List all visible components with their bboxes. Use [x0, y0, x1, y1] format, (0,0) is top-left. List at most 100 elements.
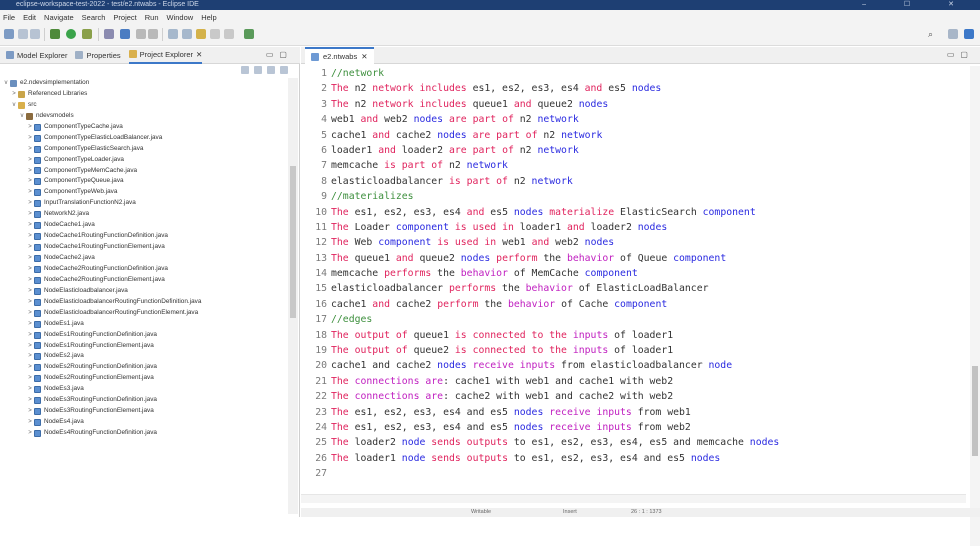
- back-icon[interactable]: [210, 29, 220, 39]
- chevron-right-icon[interactable]: >: [10, 89, 18, 100]
- next-annotation-icon[interactable]: [168, 29, 178, 39]
- tab-project-explorer[interactable]: Project Explorer ✕: [128, 47, 203, 64]
- chevron-right-icon[interactable]: >: [26, 166, 34, 177]
- tree-scrollbar[interactable]: [288, 78, 298, 514]
- code-line[interactable]: 23 The es1, es2, es3, es4 and es5 nodes r…: [301, 405, 966, 420]
- tree-item[interactable]: > NetworkN2.java: [0, 209, 288, 220]
- perspective-icon[interactable]: [948, 29, 958, 39]
- panel-minimize-maximize-icons[interactable]: ▭▢: [266, 50, 293, 59]
- editor-horizontal-scrollbar[interactable]: [301, 494, 966, 503]
- chevron-right-icon[interactable]: >: [26, 428, 34, 439]
- forward-icon[interactable]: [224, 29, 234, 39]
- code-line[interactable]: 14 memcache performs the behavior of MemC…: [301, 266, 966, 281]
- chevron-right-icon[interactable]: >: [26, 406, 34, 417]
- chevron-right-icon[interactable]: >: [26, 286, 34, 297]
- tree-item[interactable]: v e2.ndevsimplementation: [0, 78, 288, 89]
- scrollbar-thumb[interactable]: [972, 366, 978, 456]
- search-icon[interactable]: [120, 29, 130, 39]
- chevron-right-icon[interactable]: >: [26, 319, 34, 330]
- tree-item[interactable]: > ComponentTypeMemCache.java: [0, 166, 288, 177]
- code-line[interactable]: 4 web1 and web2 nodes are part of n2 netw…: [301, 112, 966, 127]
- code-line[interactable]: 20 cache1 and cache2 nodes receive inputs…: [301, 358, 966, 373]
- tree-item[interactable]: > ComponentTypeElasticSearch.java: [0, 144, 288, 155]
- tree-item[interactable]: > NodeEs1RoutingFunctionElement.java: [0, 341, 288, 352]
- chevron-down-icon[interactable]: v: [10, 100, 18, 111]
- tree-item[interactable]: > ComponentTypeQueue.java: [0, 176, 288, 187]
- chevron-right-icon[interactable]: >: [26, 362, 34, 373]
- chevron-right-icon[interactable]: >: [26, 275, 34, 286]
- tree-item[interactable]: > NodeCache2.java: [0, 253, 288, 264]
- tree-item[interactable]: > NodeEs3RoutingFunctionElement.java: [0, 406, 288, 417]
- tab-properties[interactable]: Properties: [75, 47, 121, 64]
- tree-item[interactable]: > NodeElasticloadbalancerRoutingFunctionE…: [0, 308, 288, 319]
- menu-edit[interactable]: Edit: [23, 13, 36, 22]
- tree-item[interactable]: > NodeEs2RoutingFunctionElement.java: [0, 373, 288, 384]
- code-line[interactable]: 10 The es1, es2, es3, es4 and es5 nodes m…: [301, 205, 966, 220]
- tree-item[interactable]: > NodeCache1RoutingFunctionDefinition.jav…: [0, 231, 288, 242]
- chevron-right-icon[interactable]: >: [26, 155, 34, 166]
- chevron-right-icon[interactable]: >: [26, 187, 34, 198]
- chevron-right-icon[interactable]: >: [26, 341, 34, 352]
- code-line[interactable]: 18 The output of queue1 is connected to t…: [301, 328, 966, 343]
- run-icon[interactable]: [66, 29, 76, 39]
- code-line[interactable]: 24 The es1, es2, es3, es4 and es5 nodes r…: [301, 420, 966, 435]
- tree-item[interactable]: > NodeEs1.java: [0, 319, 288, 330]
- active-perspective-icon[interactable]: [964, 29, 974, 39]
- collapse-all-icon[interactable]: [241, 66, 249, 74]
- tree-item[interactable]: > NodeEs1RoutingFunctionDefinition.java: [0, 330, 288, 341]
- chevron-right-icon[interactable]: >: [26, 209, 34, 220]
- chevron-right-icon[interactable]: >: [26, 176, 34, 187]
- code-line[interactable]: 8 elasticloadbalancer is part of n2 netwo…: [301, 174, 966, 189]
- chevron-right-icon[interactable]: >: [26, 242, 34, 253]
- toggle-mark-icon[interactable]: [148, 29, 158, 39]
- chevron-right-icon[interactable]: >: [26, 198, 34, 209]
- link-with-editor-icon[interactable]: [254, 66, 262, 74]
- menu-project[interactable]: Project: [113, 13, 136, 22]
- chevron-right-icon[interactable]: >: [26, 297, 34, 308]
- code-line[interactable]: 3 The n2 network includes queue1 and queu…: [301, 97, 966, 112]
- editor-minimize-maximize-icons[interactable]: ▭▢: [947, 50, 974, 59]
- tree-item[interactable]: > NodeCache2RoutingFunctionElement.java: [0, 275, 288, 286]
- chevron-right-icon[interactable]: >: [26, 395, 34, 406]
- debug-icon[interactable]: [50, 29, 60, 39]
- tree-item[interactable]: > NodeEs4.java: [0, 417, 288, 428]
- tree-item[interactable]: > ComponentTypeWeb.java: [0, 187, 288, 198]
- chevron-right-icon[interactable]: >: [26, 264, 34, 275]
- chevron-down-icon[interactable]: v: [2, 78, 10, 89]
- tree-item[interactable]: > NodeCache1.java: [0, 220, 288, 231]
- tree-item[interactable]: > ComponentTypeLoader.java: [0, 155, 288, 166]
- open-perspective-icon[interactable]: [244, 29, 254, 39]
- chevron-right-icon[interactable]: >: [26, 231, 34, 242]
- code-line[interactable]: 6 loader1 and loader2 are part of n2 netw…: [301, 143, 966, 158]
- tree-item[interactable]: > InputTranslationFunctionN2.java: [0, 198, 288, 209]
- chevron-right-icon[interactable]: >: [26, 373, 34, 384]
- chevron-right-icon[interactable]: >: [26, 220, 34, 231]
- code-line[interactable]: 12 The Web component is used in web1 and …: [301, 235, 966, 250]
- menu-window[interactable]: Window: [167, 13, 194, 22]
- chevron-right-icon[interactable]: >: [26, 330, 34, 341]
- tree-item[interactable]: > NodeEs3.java: [0, 384, 288, 395]
- chevron-right-icon[interactable]: >: [26, 133, 34, 144]
- code-line[interactable]: 25 The loader2 node sends outputs to es1,…: [301, 435, 966, 450]
- code-line[interactable]: 9 //materializes: [301, 189, 966, 204]
- save-icon[interactable]: [18, 29, 28, 39]
- menu-run[interactable]: Run: [145, 13, 159, 22]
- chevron-right-icon[interactable]: >: [26, 308, 34, 319]
- code-line[interactable]: 5 cache1 and cache2 nodes are part of n2 …: [301, 128, 966, 143]
- close-icon[interactable]: ✕: [361, 52, 367, 61]
- scrollbar-thumb[interactable]: [290, 166, 296, 318]
- code-line[interactable]: 1 //network: [301, 66, 966, 81]
- code-line[interactable]: 19 The output of queue2 is connected to t…: [301, 343, 966, 358]
- chevron-right-icon[interactable]: >: [26, 417, 34, 428]
- chevron-right-icon[interactable]: >: [26, 253, 34, 264]
- external-tools-icon[interactable]: [82, 29, 92, 39]
- chevron-right-icon[interactable]: >: [26, 351, 34, 362]
- tree-item[interactable]: > NodeEs2.java: [0, 351, 288, 362]
- pin-editor-icon[interactable]: [136, 29, 146, 39]
- code-line[interactable]: 15 elasticloadbalancer performs the behav…: [301, 281, 966, 296]
- tree-item[interactable]: > NodeEs3RoutingFunctionDefinition.java: [0, 395, 288, 406]
- filter-icon[interactable]: [267, 66, 275, 74]
- tree-item[interactable]: > NodeEs2RoutingFunctionDefinition.java: [0, 362, 288, 373]
- last-edit-icon[interactable]: [196, 29, 206, 39]
- tab-e2-ntwabs[interactable]: e2.ntwabs ✕: [305, 47, 374, 64]
